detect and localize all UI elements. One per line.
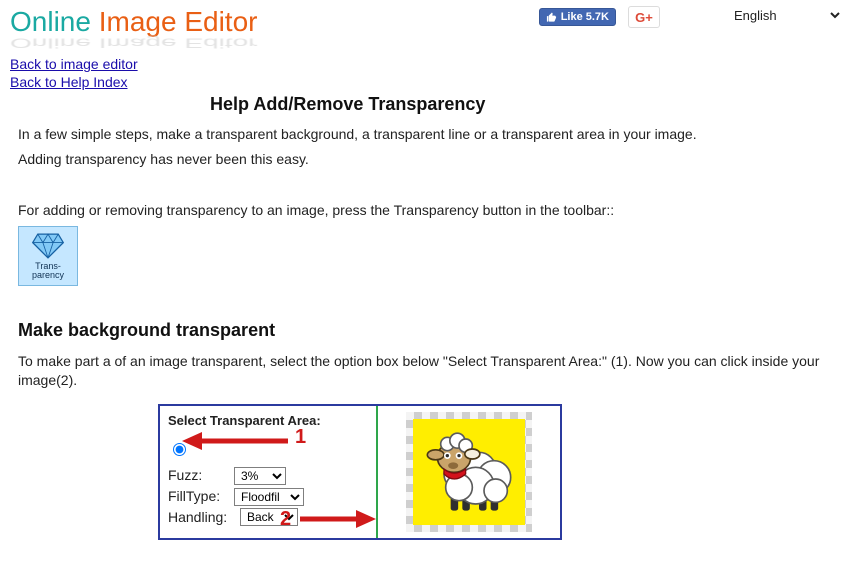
section-text: To make part a of an image transparent, … [18, 352, 832, 390]
site-logo-reflection: Online Image Editor [10, 35, 840, 51]
intro-text-3: For adding or removing transparency to a… [18, 201, 832, 220]
back-to-help-index-link[interactable]: Back to Help Index [10, 74, 128, 90]
tool-button-label: Trans- parency [32, 262, 64, 280]
facebook-like-button[interactable]: Like 5.7K [539, 8, 616, 26]
intro-text-2: Adding transparency has never been this … [18, 150, 832, 169]
preview-image-background[interactable] [413, 419, 525, 525]
page-title: Help Add/Remove Transparency [210, 94, 850, 115]
annotation-number-2: 2 [280, 506, 291, 533]
language-select[interactable]: English [729, 4, 844, 26]
google-plus-label: G+ [635, 10, 653, 25]
filltype-select[interactable]: Floodfil [234, 488, 304, 506]
intro-text-1: In a few simple steps, make a transparen… [18, 125, 832, 144]
handling-label: Handling: [168, 508, 236, 527]
preview-checkerboard [406, 412, 532, 532]
select-transparent-area-radio[interactable] [173, 443, 186, 456]
filltype-label: FillType: [168, 487, 230, 506]
panel-heading: Select Transparent Area: [168, 412, 368, 430]
back-to-editor-link[interactable]: Back to image editor [10, 56, 138, 72]
transparency-tool-button[interactable]: Trans- parency [18, 226, 78, 286]
google-plus-button[interactable]: G+ [628, 6, 660, 28]
fuzz-label: Fuzz: [168, 466, 230, 485]
diamond-icon [31, 232, 65, 260]
facebook-like-label: Like 5.7K [561, 11, 609, 23]
annotation-number-1: 1 [295, 424, 306, 451]
site-logo: Online Image Editor [10, 6, 257, 38]
transparent-area-panel: Select Transparent Area: 1 Fuzz: 3% [158, 404, 562, 540]
fuzz-select[interactable]: 3% [234, 467, 286, 485]
sheep-image [419, 424, 519, 519]
thumbs-up-icon [546, 12, 557, 23]
section-title: Make background transparent [18, 318, 832, 342]
